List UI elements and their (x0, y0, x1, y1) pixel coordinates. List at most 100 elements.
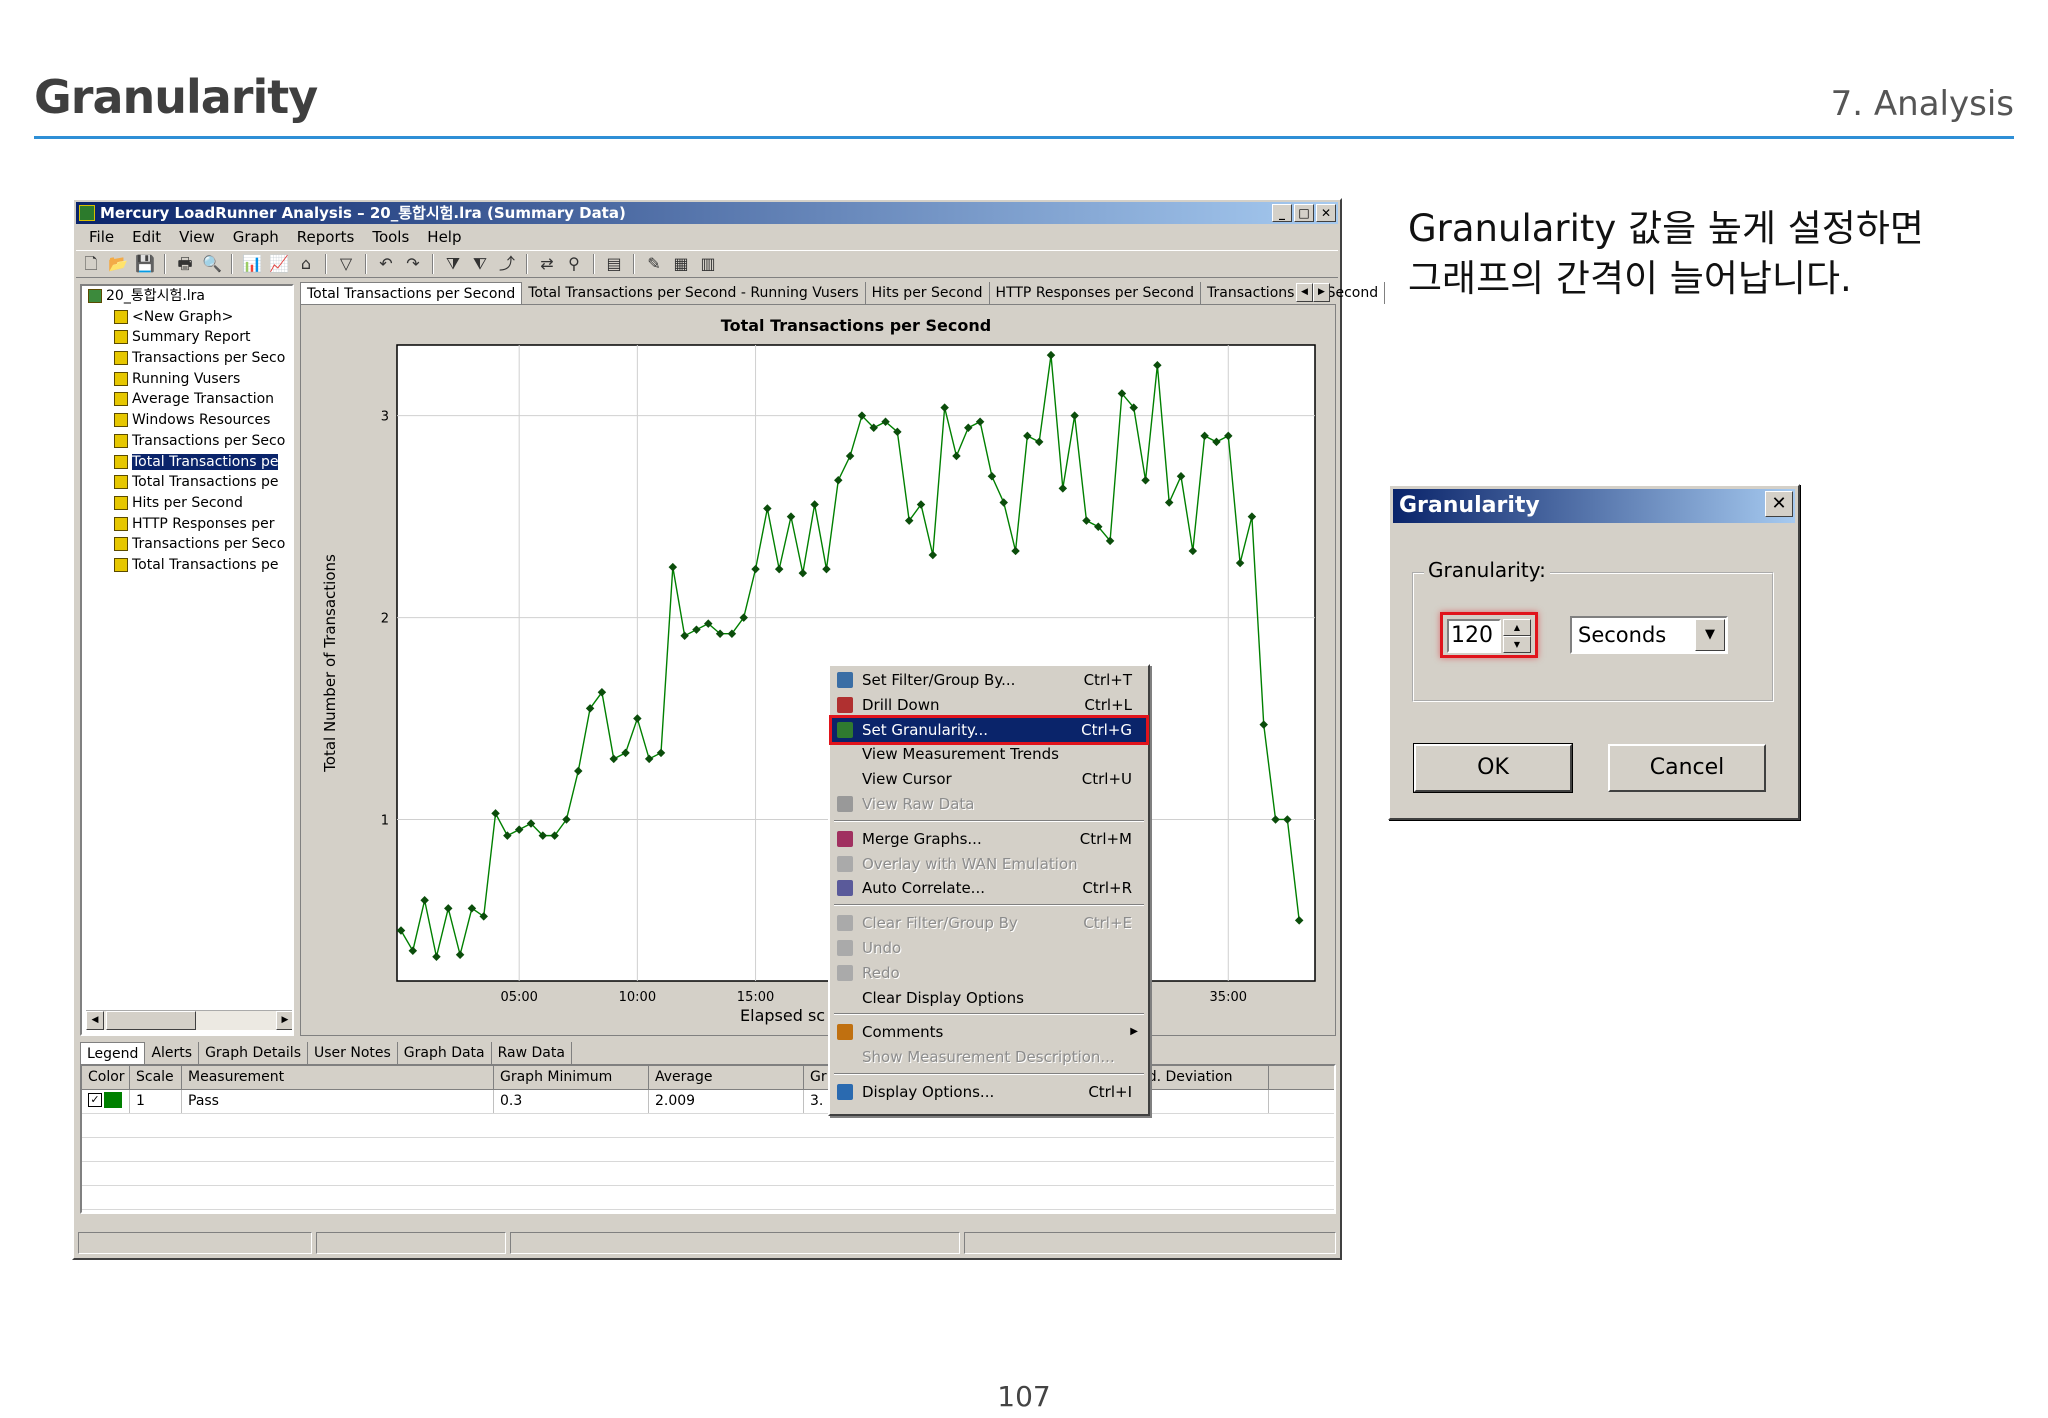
tree-item[interactable]: Total Transactions pe (82, 472, 292, 493)
tree-item[interactable]: Total Transactions pe (82, 452, 292, 473)
granularity-icon[interactable]: ⤴ (496, 254, 518, 274)
session-tree[interactable]: 20_통합시험.lra <New Graph> Summary Report Tra… (80, 284, 294, 1036)
tree-item[interactable]: Transactions per Seco (82, 534, 292, 555)
print-icon[interactable]: 🖶 (174, 254, 196, 274)
col-graph-minimum[interactable]: Graph Minimum (494, 1066, 649, 1089)
menu-tools[interactable]: Tools (365, 226, 416, 248)
print-preview-icon[interactable]: 🔍 (201, 254, 223, 274)
menu-item-merge-graphs[interactable]: Merge Graphs... Ctrl+M (832, 827, 1146, 851)
dialog-close-icon[interactable]: ✕ (1765, 491, 1793, 517)
menu-item-view-raw-data[interactable]: View Raw Data (832, 792, 1146, 816)
tab-graph-details[interactable]: Graph Details (199, 1042, 308, 1064)
maximize-button[interactable]: □ (1294, 204, 1314, 222)
tab-total-transactions-vusers[interactable]: Total Transactions per Second - Running … (522, 282, 866, 304)
comments-icon[interactable]: ✎ (643, 254, 665, 274)
tree-item[interactable]: HTTP Responses per (82, 514, 292, 535)
merge-graphs-icon[interactable]: ⇄ (536, 254, 558, 274)
redo-icon[interactable]: ↷ (402, 254, 424, 274)
spin-down-icon[interactable]: ▼ (1503, 636, 1531, 653)
tab-user-notes[interactable]: User Notes (308, 1042, 398, 1064)
scroll-thumb[interactable] (106, 1011, 196, 1030)
cancel-button[interactable]: Cancel (1608, 744, 1766, 792)
ok-button[interactable]: OK (1413, 743, 1573, 793)
menu-item-redo[interactable]: Redo (832, 961, 1146, 985)
menu-item-clear-filter-group-by[interactable]: Clear Filter/Group By Ctrl+E (832, 911, 1146, 935)
scroll-right-icon[interactable]: ▶ (276, 1011, 292, 1030)
filter-icon (837, 672, 853, 688)
menu-item-show-measurement-description[interactable]: Show Measurement Description... (832, 1045, 1146, 1069)
tree-item[interactable]: Transactions per Seco (82, 431, 292, 452)
open-icon[interactable]: 📂 (107, 254, 129, 274)
close-button[interactable]: ✕ (1316, 204, 1336, 222)
save-icon[interactable]: 💾 (134, 254, 156, 274)
tab-legend[interactable]: Legend (80, 1042, 146, 1064)
menu-item-comments[interactable]: Comments ▶ (832, 1020, 1146, 1044)
col-average[interactable]: Average (649, 1066, 804, 1089)
highlight-callout: 120 ▲ ▼ (1440, 612, 1538, 658)
menu-item-overlay-with-wan-emulation[interactable]: Overlay with WAN Emulation (832, 852, 1146, 876)
menu-item-set-filter-group-by[interactable]: Set Filter/Group By... Ctrl+T (832, 668, 1146, 692)
tree-item[interactable]: Summary Report (82, 327, 292, 348)
col-measurement[interactable]: Measurement (182, 1066, 494, 1089)
tree-item[interactable]: <New Graph> (82, 307, 292, 328)
menu-view[interactable]: View (172, 226, 222, 248)
tab-alerts[interactable]: Alerts (145, 1042, 200, 1064)
tree-item[interactable]: Hits per Second (82, 493, 292, 514)
tree-root[interactable]: 20_통합시험.lra (82, 286, 292, 307)
graph-props-icon[interactable]: 📈 (268, 254, 290, 274)
menu-file[interactable]: File (82, 226, 121, 248)
menu-item-auto-correlate[interactable]: Auto Correlate... Ctrl+R (832, 876, 1146, 900)
home-icon[interactable]: ⌂ (295, 254, 317, 274)
granularity-unit-select[interactable]: Seconds ▼ (1570, 616, 1728, 654)
granularity-value-input[interactable]: 120 (1447, 619, 1501, 653)
auto-correlate-icon[interactable]: ⚲ (563, 254, 585, 274)
tab-raw-data[interactable]: Raw Data (492, 1042, 572, 1064)
menu-item-drill-down[interactable]: Drill Down Ctrl+L (832, 693, 1146, 717)
toolbar: 🗋 📂 💾 🖶 🔍 📊 📈 ⌂ ▽ ↶ ↷ ⧩ ⧨ ⤴ ⇄ ⚲ ▤ ✎ ▦ ▥ (76, 250, 1338, 278)
visible-checkbox[interactable]: ✓ (88, 1093, 102, 1107)
dialog-titlebar[interactable]: Granularity (1393, 489, 1795, 523)
tree-item[interactable]: Transactions per Seco (82, 348, 292, 369)
tree-scrollbar[interactable]: ◀ ▶ (86, 1010, 292, 1030)
granularity-spinner[interactable]: ▲ ▼ (1503, 619, 1531, 653)
new-session-icon[interactable]: 🗋 (80, 254, 102, 274)
legend-icon[interactable]: ▦ (670, 254, 692, 274)
tree-item[interactable]: Running Vusers (82, 369, 292, 390)
spin-up-icon[interactable]: ▲ (1503, 619, 1531, 636)
menu-edit[interactable]: Edit (125, 226, 168, 248)
tree-item[interactable]: Windows Resources (82, 410, 292, 431)
tab-scroll-right-icon[interactable]: ▶ (1313, 283, 1330, 302)
menu-help[interactable]: Help (420, 226, 468, 248)
menu-item-display-options[interactable]: Display Options... Ctrl+I (832, 1080, 1146, 1104)
menu-item-view-cursor[interactable]: View Cursor Ctrl+U (832, 767, 1146, 791)
new-graph-icon[interactable]: 📊 (241, 254, 263, 274)
menu-graph[interactable]: Graph (226, 226, 286, 248)
minimize-button[interactable]: _ (1272, 204, 1292, 222)
y-axis-label: Total Number of Transactions (321, 554, 339, 773)
menu-item-view-measurement-trends[interactable]: View Measurement Trends (832, 742, 1146, 766)
filter-icon[interactable]: ▽ (335, 254, 357, 274)
color-cell[interactable]: ✓ (82, 1090, 130, 1113)
col-color[interactable]: Color (82, 1066, 130, 1089)
col-scale[interactable]: Scale (130, 1066, 182, 1089)
menu-item-undo[interactable]: Undo (832, 936, 1146, 960)
menu-reports[interactable]: Reports (290, 226, 362, 248)
tab-scroll-left-icon[interactable]: ◀ (1296, 283, 1313, 302)
undo-icon[interactable]: ↶ (375, 254, 397, 274)
scroll-left-icon[interactable]: ◀ (86, 1011, 104, 1030)
tab-total-transactions[interactable]: Total Transactions per Second (300, 282, 523, 304)
tab-graph-data[interactable]: Graph Data (398, 1042, 492, 1064)
dropdown-arrow-icon[interactable]: ▼ (1695, 619, 1725, 651)
tab-http-responses[interactable]: HTTP Responses per Second (990, 282, 1202, 304)
menu-item-set-granularity[interactable]: Set Granularity... Ctrl+G (829, 714, 1149, 745)
tab-hits-per-second[interactable]: Hits per Second (866, 282, 990, 304)
window-titlebar[interactable]: Mercury LoadRunner Analysis – 20_통합시험.lr… (76, 202, 1338, 224)
tree-item[interactable]: Average Transaction (82, 389, 292, 410)
raw-data-icon[interactable]: ▤ (603, 254, 625, 274)
set-filter-icon[interactable]: ⧩ (442, 254, 464, 274)
display-options-icon[interactable]: ▥ (697, 254, 719, 274)
tab-transactions-per-second[interactable]: Transactions per Second (1201, 282, 1386, 304)
tree-item[interactable]: Total Transactions pe (82, 555, 292, 576)
menu-item-clear-display-options[interactable]: Clear Display Options (832, 986, 1146, 1010)
clear-filter-icon[interactable]: ⧨ (469, 254, 491, 274)
